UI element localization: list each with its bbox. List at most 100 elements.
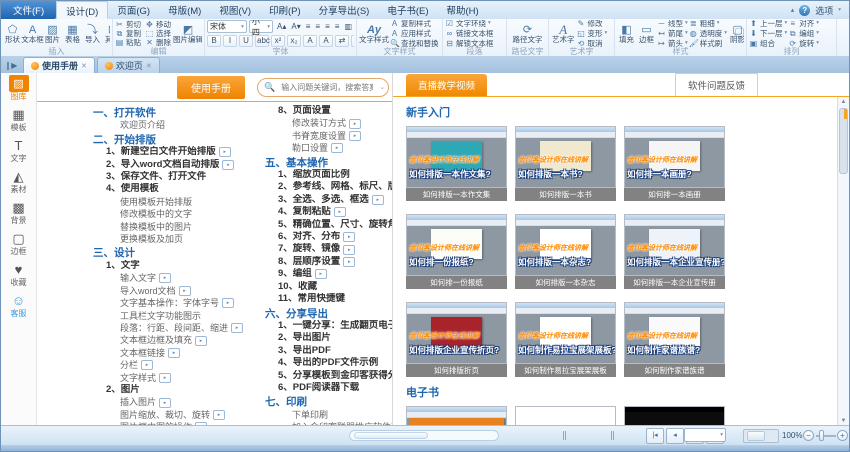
menu-item[interactable]: 帮助(H): [438, 1, 488, 19]
font-tool-button[interactable]: ≡: [313, 21, 322, 33]
ribbon-button[interactable]: ⬆上一层▾: [749, 20, 787, 28]
help-entry[interactable]: 7、旋转、镜像 ▸: [265, 243, 392, 255]
font-toggle-button[interactable]: ⇕: [351, 35, 354, 47]
video-card[interactable]: 金印客设计师在线讲解 如何制作易拉宝展架展板? 如何制作易拉宝展架展板: [515, 302, 616, 377]
help-entry[interactable]: 2、图片 ▸: [93, 384, 265, 396]
ribbon-button[interactable]: ▨ 图片: [43, 24, 62, 44]
ribbon-button[interactable]: 🔍查找和替换▾: [390, 39, 440, 47]
ribbon-button[interactable]: ⧉编组▾: [788, 29, 819, 38]
font-tool-button[interactable]: A▴: [275, 21, 288, 33]
help-entry[interactable]: 修改装订方式 ▸: [265, 117, 392, 129]
font-family-select[interactable]: 宋体▾: [207, 20, 247, 33]
help-entry[interactable]: 6、PDF阅读器下载 ▸: [265, 382, 392, 394]
horizontal-scrollbar[interactable]: [349, 430, 499, 441]
ribbon-button[interactable]: ≡对齐▾: [788, 20, 819, 28]
video-card[interactable]: 生成电子书之后怎么分享&使用 电子书设置: [515, 406, 616, 426]
video-card[interactable]: 金印客设计师在线讲解 如何排版一本书? 如何排版一本书: [515, 126, 616, 201]
menu-item[interactable]: 分享导出(S): [310, 1, 379, 19]
options-menu[interactable]: 选项: [815, 4, 833, 17]
help-icon[interactable]: ?: [799, 5, 810, 16]
help-entry[interactable]: 3、保存文件、打开文件 ▸: [93, 171, 265, 183]
ribbon-button[interactable]: 🖌样式刷▾: [689, 39, 727, 47]
page-preview-slider[interactable]: [743, 429, 779, 443]
font-toggle-button[interactable]: A: [319, 35, 333, 47]
video-card[interactable]: PDF、Word、PPT 一键生成翻页电子书 已有文件怎么生成翻页电子书: [406, 406, 507, 426]
font-toggle-button[interactable]: x₂: [287, 35, 301, 47]
sidebar-item[interactable]: ▨ 图库: [2, 75, 36, 101]
help-entry[interactable]: 书脊宽度设置 ▸: [265, 130, 392, 142]
help-entry[interactable]: 2、导出图片 ▸: [265, 332, 392, 344]
font-tool-button[interactable]: ≡: [304, 21, 313, 33]
close-icon[interactable]: ✕: [146, 62, 152, 70]
help-entry[interactable]: 输入文字 ▸: [93, 272, 265, 284]
search-input[interactable]: [279, 82, 375, 93]
text-style-button[interactable]: Ay 文字样式: [359, 24, 389, 44]
help-entry[interactable]: 3、全选、多选、框选 ▸: [265, 194, 392, 206]
ribbon-button[interactable]: ✎修改▾: [577, 20, 608, 28]
menu-item[interactable]: 电子书(E): [378, 1, 437, 19]
menu-item[interactable]: 母版(M): [159, 1, 210, 19]
help-entry[interactable]: 段落：行距、段间距、缩进 ▸: [93, 322, 265, 334]
ribbon-button[interactable]: ◱变形▾: [577, 29, 608, 38]
video-card[interactable]: 金印客设计师在线讲解 如何排版一本作文集? 如何排版一本作文集: [406, 126, 507, 201]
help-entry[interactable]: 5、分享模板到金印客获得分成 ▸: [265, 370, 392, 382]
help-entry[interactable]: 文本框边框及填充 ▸: [93, 334, 265, 346]
ribbon-button[interactable]: ⊟解锁文本框▾: [445, 39, 494, 47]
page-nav-button[interactable]: |◂: [646, 428, 664, 444]
ribbon-button[interactable]: ⊞ 其他: [103, 24, 110, 44]
help-entry[interactable]: 6、对齐、分布 ▸: [265, 231, 392, 243]
font-toggle-button[interactable]: I: [223, 35, 237, 47]
sidebar-item[interactable]: ☺ 客服: [2, 292, 36, 318]
scroll-up-icon[interactable]: ▲: [838, 97, 849, 107]
ribbon-button[interactable]: ⬠ 形状: [3, 24, 22, 44]
help-entry[interactable]: 10、收藏 ▸: [265, 281, 392, 293]
page-nav-button[interactable]: ◂: [666, 428, 684, 444]
help-entry[interactable]: 2、参考线、网格、标尺、版心 ▸: [265, 181, 392, 193]
help-entry[interactable]: 修改模板中的文字 ▸: [93, 208, 265, 220]
ribbon-button[interactable]: ↦箭头▾: [657, 39, 688, 47]
video-card[interactable]: 金印客设计师在线讲解 如何排一本画册? 如何排一本画册: [624, 126, 725, 201]
help-entry[interactable]: 勒口设置 ▸: [265, 142, 392, 154]
ribbon-button[interactable]: A 文本框: [23, 24, 42, 44]
video-card[interactable]: 金印客设计师在线讲解 如何排版企业宣传折页? 如何排版折页: [406, 302, 507, 377]
font-toggle-button[interactable]: A: [303, 35, 317, 47]
font-tool-button[interactable]: A▾: [289, 21, 302, 33]
page-select[interactable]: ▾: [684, 428, 726, 442]
ribbon-button[interactable]: ∞链接文本框▾: [445, 29, 494, 38]
help-entry[interactable]: 替换模板中的图片 ▸: [93, 221, 265, 233]
ribbon-button[interactable]: ▣组合▾: [749, 39, 787, 47]
panel-tab[interactable]: 软件问题反馈: [675, 73, 758, 96]
help-entry[interactable]: 三、设计 ▸: [93, 247, 265, 259]
sidebar-item[interactable]: ▢ 边框: [2, 230, 36, 256]
help-entry[interactable]: 更换模板及加页 ▸: [93, 233, 265, 245]
sidebar-item[interactable]: ◭ 素材: [2, 168, 36, 194]
help-entry[interactable]: 一、打开软件 ▸: [93, 107, 265, 119]
font-toggle-button[interactable]: ⇄: [335, 35, 349, 47]
help-entry[interactable]: 2、导入word文档自动排版 ▸: [93, 159, 265, 171]
help-entry[interactable]: 4、导出的PDF文件示例 ▸: [265, 357, 392, 369]
path-text-button[interactable]: ⟳ 路径文字: [512, 24, 544, 44]
help-entry[interactable]: 文字基本操作：字体字号 ▸: [93, 297, 265, 309]
help-entry[interactable]: 8、页面设置 ▸: [265, 105, 392, 117]
help-entry[interactable]: 1、文字 ▸: [93, 260, 265, 272]
menu-item[interactable]: 印刷(P): [260, 1, 310, 19]
video-card[interactable]: 金印客设计师在线讲解 如何排一份报纸? 如何排一份报纸: [406, 214, 507, 289]
video-card[interactable]: 金印客设计师在线讲解 如何排版一本杂志? 如何排版一本杂志: [515, 214, 616, 289]
help-entry[interactable]: 导入word文档 ▸: [93, 285, 265, 297]
ribbon-button[interactable]: ✂剪切: [115, 20, 141, 29]
help-entry[interactable]: 六、分享导出 ▸: [265, 308, 392, 320]
close-icon[interactable]: ✕: [81, 62, 87, 70]
ribbon-button[interactable]: ⬚选择: [145, 29, 171, 38]
font-toggle-button[interactable]: U: [239, 35, 253, 47]
help-entry[interactable]: 9、编组 ▸: [265, 268, 392, 280]
help-entry[interactable]: 图片缩放、裁切、旋转 ▸: [93, 409, 265, 421]
ribbon-button[interactable]: ☑文字环绕▾: [445, 20, 494, 28]
help-entry[interactable]: 五、基本操作 ▸: [265, 157, 392, 169]
ribbon-button[interactable]: ⤵ 导入: [83, 24, 102, 44]
hscrollbar-thumb[interactable]: [354, 432, 428, 439]
border-button[interactable]: ▭ 边框: [637, 24, 656, 44]
font-tool-button[interactable]: ≡: [333, 21, 342, 33]
font-size-select[interactable]: 小四▾: [249, 20, 273, 33]
ribbon-button[interactable]: ≣粗细▾: [689, 20, 727, 28]
sidebar-item[interactable]: ♥ 收藏: [2, 261, 36, 287]
